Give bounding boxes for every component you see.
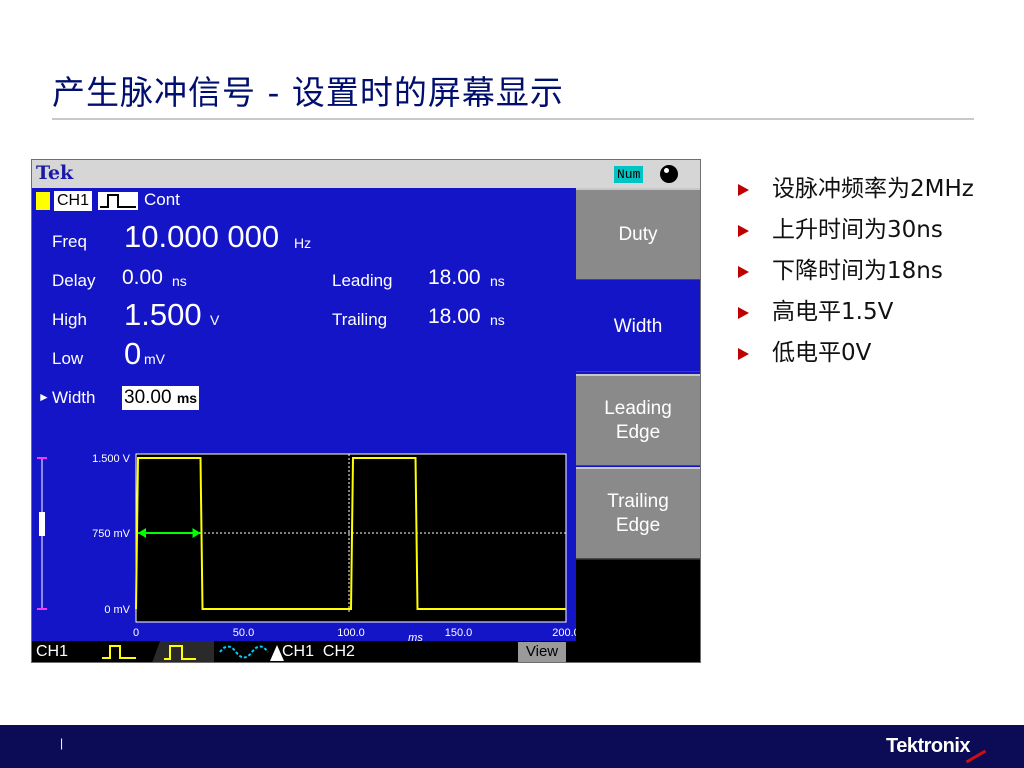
delay-label: Delay <box>52 271 96 290</box>
bullet-arrow-icon <box>738 307 749 319</box>
bullet-text: 下降时间为18ns <box>772 258 943 284</box>
bottom-ch1-label[interactable]: CH1 <box>36 643 68 661</box>
num-badge: Num <box>614 166 644 183</box>
bottom-ch1-ch2[interactable]: CH1 CH2 <box>282 643 355 661</box>
high-value: 1.500 <box>124 297 202 332</box>
bullet-text: 设脉冲频率为2MHz <box>772 176 974 202</box>
leading-value: 18.00 <box>428 266 481 289</box>
sine-wave-icon[interactable] <box>214 641 270 663</box>
width-unit: ms <box>176 390 198 406</box>
trailing-unit: ns <box>490 312 505 328</box>
freq-unit: Hz <box>294 235 312 251</box>
title-divider <box>52 118 974 120</box>
width-label: Width <box>52 388 96 407</box>
trailing-value: 18.00 <box>428 305 481 328</box>
high-unit: V <box>210 312 220 328</box>
freq-value: 10.000 000 <box>124 219 280 254</box>
low-value: 0 <box>124 336 142 371</box>
bullet-arrow-icon <box>738 184 749 196</box>
softkey-label: Width <box>613 315 663 337</box>
x-tick-label: 150.0 <box>445 627 473 639</box>
footer-bar: | Tektronix <box>0 725 1024 768</box>
low-label: Low <box>52 349 84 368</box>
bullet-text: 上升时间为30ns <box>772 217 943 243</box>
softkey-label: Duty <box>618 223 658 245</box>
leading-label: Leading <box>332 271 393 290</box>
delay-value: 0.00 <box>122 266 163 289</box>
x-tick-label: 50.0 <box>233 627 254 639</box>
softkey-duty[interactable]: Duty <box>576 188 700 280</box>
trailing-label: Trailing <box>332 310 388 329</box>
softkey-label: Leading Edge <box>604 397 672 443</box>
width-pointer-icon: ► <box>38 390 50 404</box>
bullet-text: 低电平0V <box>772 340 872 366</box>
width-value: 30.00 <box>124 387 172 408</box>
x-tick-label: 200.0 <box>552 627 576 639</box>
bullet-list: 设脉冲频率为2MHz 上升时间为30ns 下降时间为18ns 高电平1.5V 低… <box>738 174 1008 379</box>
softkey-trailing-edge[interactable]: Trailing Edge <box>576 467 700 559</box>
waveform-plot: 1.500 V750 mV0 mV050.0100.0150.0200.0ms <box>37 453 576 642</box>
softkey-label: Trailing Edge <box>607 490 669 536</box>
x-tick-label: 100.0 <box>337 627 365 639</box>
top-bar: Tek Num <box>32 160 700 188</box>
delay-unit: ns <box>172 273 187 289</box>
width-input[interactable]: 30.00 ms <box>122 386 200 410</box>
pulse-icon <box>102 645 136 659</box>
bullet-item: 低电平0V <box>738 338 1008 369</box>
bottom-bar: CH1 CH1 CH2 View <box>32 641 700 663</box>
status-dot-icon <box>660 165 678 183</box>
bullet-item: 下降时间为18ns <box>738 256 1008 287</box>
pulse-yellow-icon[interactable] <box>152 641 214 663</box>
high-label: High <box>52 310 87 329</box>
bullet-item: 上升时间为30ns <box>738 215 1008 246</box>
page-number: | <box>60 736 64 750</box>
bullet-arrow-icon <box>738 225 749 237</box>
slide-title: 产生脉冲信号 - 设置时的屏幕显示 <box>52 73 564 112</box>
view-button[interactable]: View <box>518 642 566 662</box>
brand-logo: Tektronix <box>886 735 971 757</box>
channel-label[interactable]: CH1 <box>54 191 93 211</box>
bullet-arrow-icon <box>738 348 749 360</box>
y-tick-label: 1.500 V <box>92 453 131 465</box>
bullet-item: 设脉冲频率为2MHz <box>738 174 1008 205</box>
instrument-screen: Tek Num CH1 Cont Freq 10.000 000 Hz Dela… <box>31 159 701 663</box>
x-tick-label: 0 <box>133 627 139 639</box>
tek-logo: Tek <box>36 162 74 184</box>
bullet-arrow-icon <box>738 266 749 278</box>
bullet-item: 高电平1.5V <box>738 297 1008 328</box>
y-tick-label: 750 mV <box>92 528 131 540</box>
run-mode: Cont <box>144 190 180 209</box>
bullet-text: 高电平1.5V <box>772 299 894 325</box>
freq-label: Freq <box>52 232 87 251</box>
softkey-leading-edge[interactable]: Leading Edge <box>576 374 700 466</box>
channel-color-swatch <box>36 192 50 210</box>
leading-unit: ns <box>490 273 505 289</box>
softkey-width[interactable]: Width <box>576 280 700 372</box>
low-unit: mV <box>144 351 165 367</box>
pulse-waveform-icon <box>98 192 138 210</box>
y-tick-label: 0 mV <box>104 604 130 616</box>
